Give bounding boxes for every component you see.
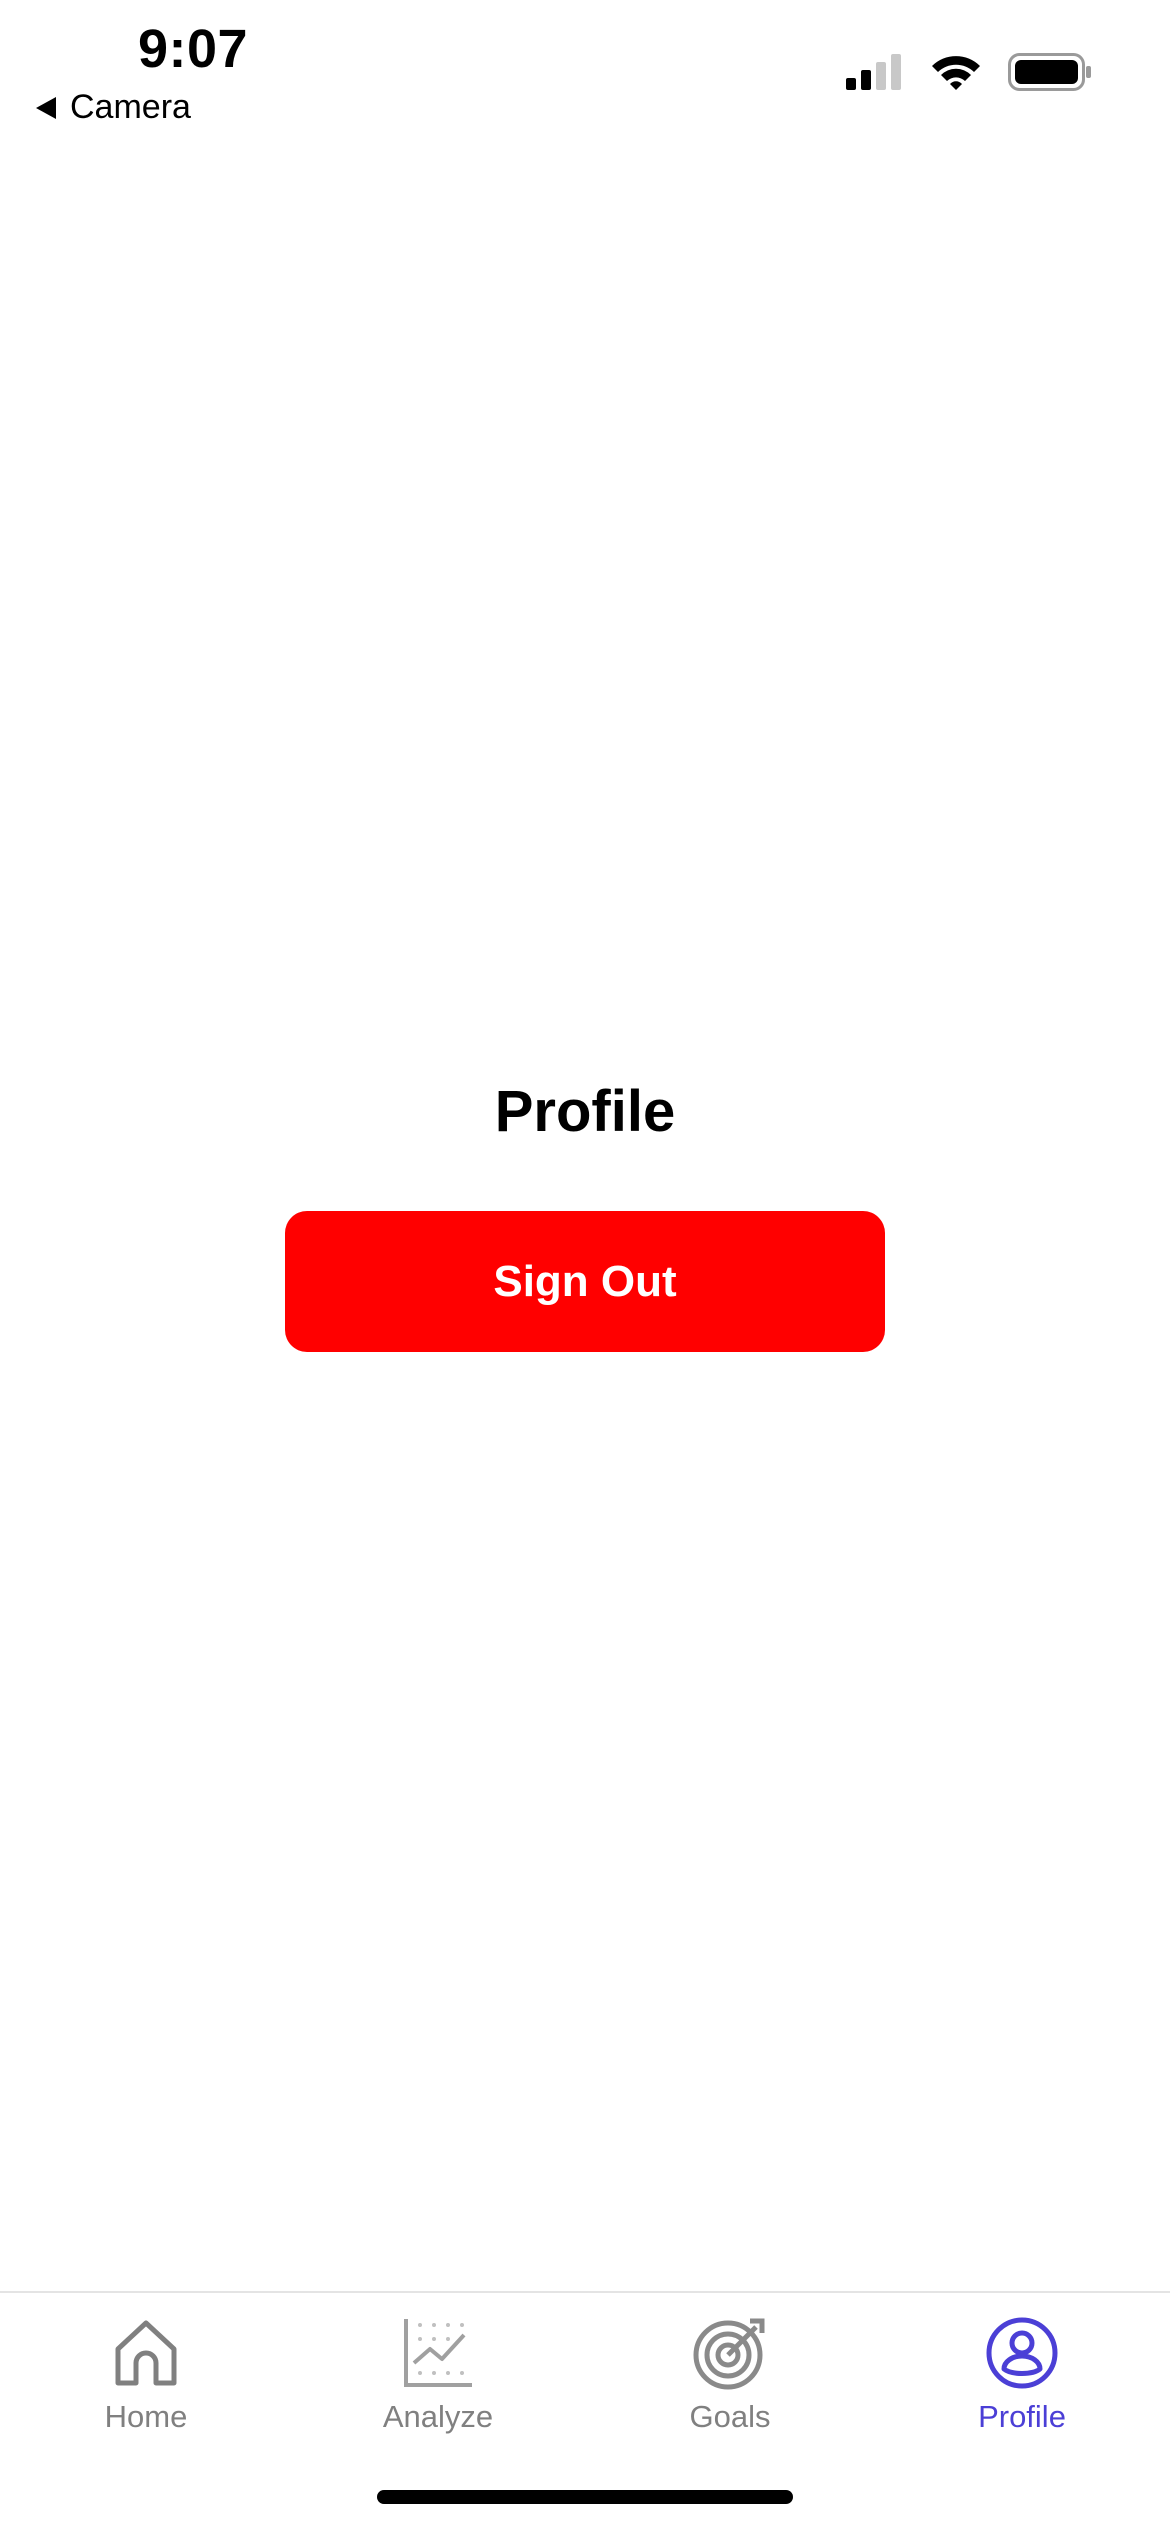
target-icon (693, 2318, 765, 2390)
status-icons (846, 52, 1092, 92)
home-icon (115, 2320, 177, 2386)
status-bar: 9:07 Camera (0, 0, 1170, 160)
chart-icon (404, 2319, 472, 2387)
tab-analyze[interactable]: Analyze (292, 2315, 584, 2435)
tab-home[interactable]: Home (0, 2315, 292, 2435)
tab-profile-label: Profile (978, 2399, 1066, 2434)
page-title: Profile (494, 1079, 676, 1144)
battery-icon (1008, 53, 1091, 91)
cellular-signal-icon (846, 54, 901, 90)
status-time: 9:07 (138, 19, 249, 79)
home-indicator (377, 2490, 793, 2504)
back-to-app-label: Camera (70, 88, 191, 126)
profile-icon (986, 2317, 1058, 2389)
tab-goals-label: Goals (689, 2399, 771, 2434)
tab-goals[interactable]: Goals (584, 2315, 876, 2435)
wifi-icon (932, 56, 980, 90)
sign-out-button[interactable]: Sign Out (285, 1211, 885, 1352)
back-triangle-icon (36, 96, 56, 119)
tab-home-label: Home (104, 2399, 188, 2434)
tab-analyze-label: Analyze (382, 2399, 494, 2434)
tab-profile[interactable]: Profile (876, 2315, 1168, 2435)
back-to-app-link[interactable]: Camera (36, 88, 191, 127)
